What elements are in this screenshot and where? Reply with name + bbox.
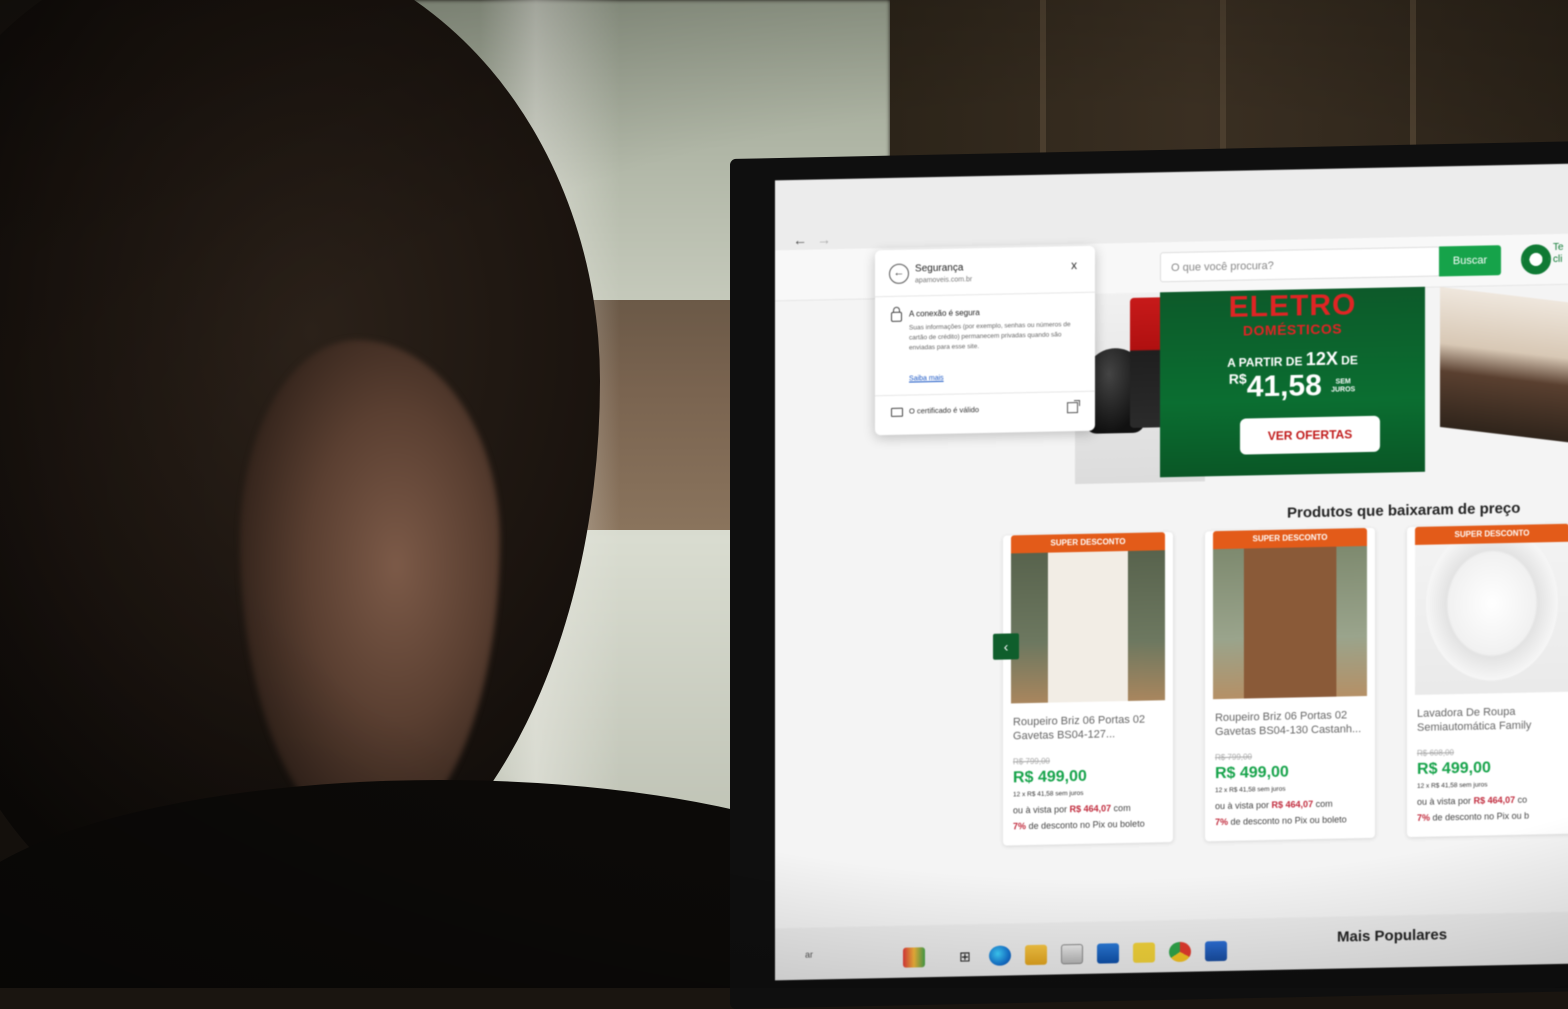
old-price: R$ 799,00	[1013, 756, 1050, 767]
discount-text: de desconto no Pix ou boleto	[1230, 814, 1347, 827]
product-card[interactable]: SUPER DESCONTO Lavadora De Roupa Semiaut…	[1407, 523, 1568, 838]
file-explorer-icon[interactable]	[1025, 944, 1047, 966]
installments: 12 x R$ 41,58 sem juros	[1013, 789, 1084, 799]
banner-no-interest: SEM JUROS	[1331, 378, 1356, 394]
pix-price-value: R$ 464,07	[1271, 799, 1314, 810]
account-label[interactable]: Te cli	[1553, 242, 1568, 266]
product-image[interactable]	[1415, 541, 1568, 695]
old-price: R$ 799,00	[1215, 752, 1252, 763]
banner-currency: R$	[1228, 370, 1247, 387]
product-image[interactable]	[1213, 545, 1367, 700]
product-card[interactable]: SUPER DESCONTO Roupeiro Briz 06 Portas 0…	[1003, 532, 1173, 846]
ver-ofertas-button[interactable]: VER OFERTAS	[1240, 415, 1380, 455]
product-price: R$ 499,00	[1417, 759, 1491, 778]
pix-price: ou à vista por R$ 464,07 com	[1215, 799, 1333, 811]
pix-suffix: co	[1517, 794, 1528, 805]
pix-suffix: com	[1315, 798, 1333, 810]
discount-pct: 7%	[1417, 812, 1431, 823]
installments-prefix: A PARTIR DE	[1227, 354, 1303, 370]
banner-price-value: 41,58	[1246, 368, 1322, 404]
pix-prefix: ou à vista por	[1013, 804, 1068, 816]
pix-discount: 7% de desconto no Pix ou boleto	[1215, 814, 1347, 827]
certificate-valid[interactable]: O certificado é válido	[909, 405, 979, 415]
pix-price: ou à vista por R$ 464,07 com	[1013, 803, 1131, 815]
pix-discount: 7% de desconto no Pix ou boleto	[1013, 819, 1145, 832]
product-name[interactable]: Roupeiro Briz 06 Portas 02 Gavetas BS04-…	[1215, 708, 1365, 739]
monitor-screen: ← → O que você procura? Buscar Te cli EL…	[775, 163, 1568, 981]
mail-icon[interactable]	[1097, 943, 1119, 964]
discount-text: de desconto no Pix ou boleto	[1028, 818, 1145, 832]
pix-suffix: com	[1113, 802, 1131, 814]
product-name[interactable]: Lavadora De Roupa Semiautomática Family	[1417, 704, 1567, 735]
installments-suffix: DE	[1341, 353, 1358, 368]
learn-more-link[interactable]: Saiba mais	[909, 375, 944, 383]
pix-discount: 7% de desconto no Pix ou b	[1417, 811, 1529, 823]
divider	[875, 390, 1095, 397]
search-input[interactable]: O que você procura?	[1160, 246, 1440, 283]
installments-count: 12X	[1305, 348, 1338, 370]
security-domain: apamoveis.com.br	[915, 276, 973, 285]
connection-status[interactable]: A conexão é segura	[909, 308, 980, 318]
old-price: R$ 608,00	[1417, 748, 1454, 758]
forward-arrow-icon[interactable]: →	[817, 231, 831, 247]
word-icon[interactable]	[1205, 940, 1227, 962]
section-title-price-drops: Produtos que baixaram de preço	[1287, 499, 1521, 522]
discount-text: de desconto no Pix ou b	[1432, 810, 1530, 823]
store-icon[interactable]	[1061, 943, 1083, 965]
external-link-icon[interactable]	[1067, 402, 1078, 414]
pix-price: ou à vista por R$ 464,07 co	[1417, 795, 1527, 807]
installments: 12 x R$ 41,58 sem juros	[1417, 781, 1488, 790]
product-price: R$ 499,00	[1215, 763, 1289, 783]
carousel-prev-button[interactable]: ‹	[993, 633, 1019, 660]
section-title-most-popular: Mais Populares	[1337, 926, 1448, 946]
pix-prefix: ou à vista por	[1417, 795, 1472, 807]
banner-price: R$41,58 SEM JUROS	[1160, 367, 1425, 407]
search-button[interactable]: Buscar	[1439, 245, 1501, 277]
discount-pct: 7%	[1013, 821, 1027, 832]
security-title: Segurança	[915, 262, 964, 275]
taskbar-search[interactable]: ar	[805, 950, 813, 960]
pix-price-value: R$ 464,07	[1069, 803, 1112, 815]
gift-icon[interactable]	[903, 947, 925, 968]
sticky-notes-icon[interactable]	[1133, 942, 1155, 963]
promo-banner[interactable]: ELETRO DOMÉSTICOS A PARTIR DE 12X DE R$4…	[1160, 286, 1425, 478]
connection-description: Suas informações (por exemplo, senhas ou…	[909, 321, 1071, 352]
product-price: R$ 499,00	[1013, 767, 1087, 787]
discount-pct: 7%	[1215, 816, 1229, 828]
certificate-icon	[891, 407, 903, 417]
mattress-image[interactable]	[1440, 286, 1568, 444]
back-arrow-icon[interactable]: ←	[793, 232, 807, 248]
product-name[interactable]: Roupeiro Briz 06 Portas 02 Gavetas BS04-…	[1013, 712, 1163, 743]
task-view-icon[interactable]: ⊞	[959, 946, 981, 966]
mascot-avatar-icon[interactable]	[1521, 244, 1551, 275]
installments: 12 x R$ 41,58 sem juros	[1215, 785, 1286, 795]
product-card[interactable]: SUPER DESCONTO Roupeiro Briz 06 Portas 0…	[1205, 527, 1375, 842]
divider	[875, 291, 1095, 298]
pix-price-value: R$ 464,07	[1473, 794, 1516, 806]
close-icon[interactable]: x	[1071, 258, 1077, 272]
back-arrow-icon[interactable]: ←	[889, 263, 909, 284]
product-image[interactable]	[1011, 550, 1165, 704]
security-popup: ← Segurança apamoveis.com.br x A conexão…	[875, 245, 1095, 436]
pix-prefix: ou à vista por	[1215, 800, 1270, 812]
lock-icon	[891, 311, 902, 322]
